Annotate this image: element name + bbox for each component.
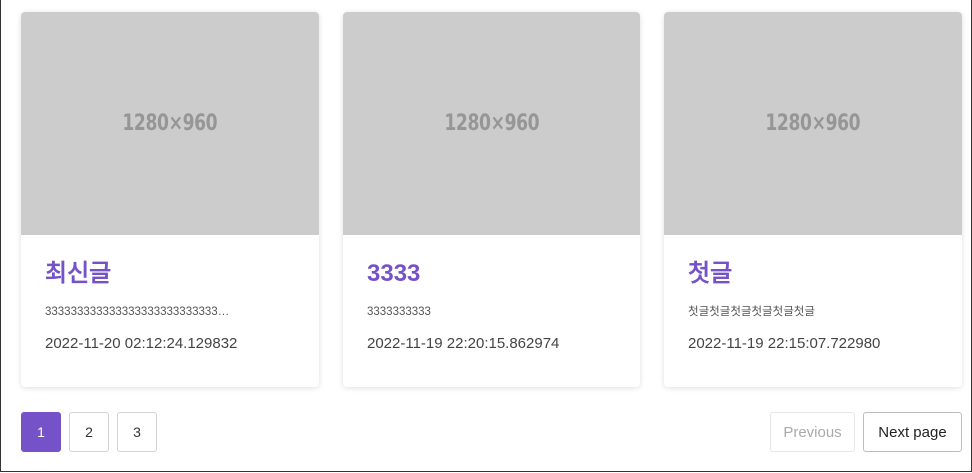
post-thumbnail[interactable]: 1280×960 bbox=[21, 12, 319, 235]
page-button-2[interactable]: 2 bbox=[69, 412, 109, 452]
previous-page-button[interactable]: Previous bbox=[770, 412, 855, 452]
post-date: 2022-11-19 22:20:15.862974 bbox=[367, 335, 560, 352]
post-card[interactable]: 1280×960 3333 3333333333 2022-11-19 22:2… bbox=[343, 12, 640, 387]
post-card[interactable]: 1280×960 첫글 첫글첫글첫글첫글첫글첫글 2022-11-19 22:1… bbox=[664, 12, 962, 387]
post-date: 2022-11-19 22:15:07.722980 bbox=[688, 335, 881, 352]
post-title[interactable]: 최신글 bbox=[45, 259, 295, 289]
post-card[interactable]: 1280×960 최신글 333333333333333333333333333… bbox=[21, 12, 319, 387]
thumbnail-placeholder-label: 1280×960 bbox=[765, 111, 861, 136]
next-page-button[interactable]: Next page bbox=[863, 412, 962, 452]
thumbnail-placeholder-label: 1280×960 bbox=[444, 111, 539, 136]
post-date: 2022-11-20 02:12:24.129832 bbox=[45, 335, 238, 352]
page-button-3[interactable]: 3 bbox=[117, 412, 157, 452]
post-card-body: 첫글 첫글첫글첫글첫글첫글첫글 2022-11-19 22:15:07.7229… bbox=[664, 259, 962, 353]
page-button-1[interactable]: 1 bbox=[21, 412, 61, 452]
post-card-body: 3333 3333333333 2022-11-19 22:20:15.8629… bbox=[343, 259, 640, 353]
post-thumbnail[interactable]: 1280×960 bbox=[343, 12, 640, 235]
pagination: 1 2 3 bbox=[21, 412, 157, 452]
post-excerpt: 3333333333 bbox=[367, 306, 431, 318]
post-title[interactable]: 3333 bbox=[367, 259, 616, 289]
post-thumbnail[interactable]: 1280×960 bbox=[664, 12, 962, 235]
thumbnail-placeholder-label: 1280×960 bbox=[122, 111, 218, 136]
post-excerpt: 첫글첫글첫글첫글첫글첫글 bbox=[688, 306, 815, 318]
post-card-body: 최신글 3333333333333333333333333333... 2022… bbox=[21, 259, 319, 353]
post-title[interactable]: 첫글 bbox=[688, 259, 938, 289]
post-excerpt: 3333333333333333333333333333... bbox=[45, 306, 233, 318]
